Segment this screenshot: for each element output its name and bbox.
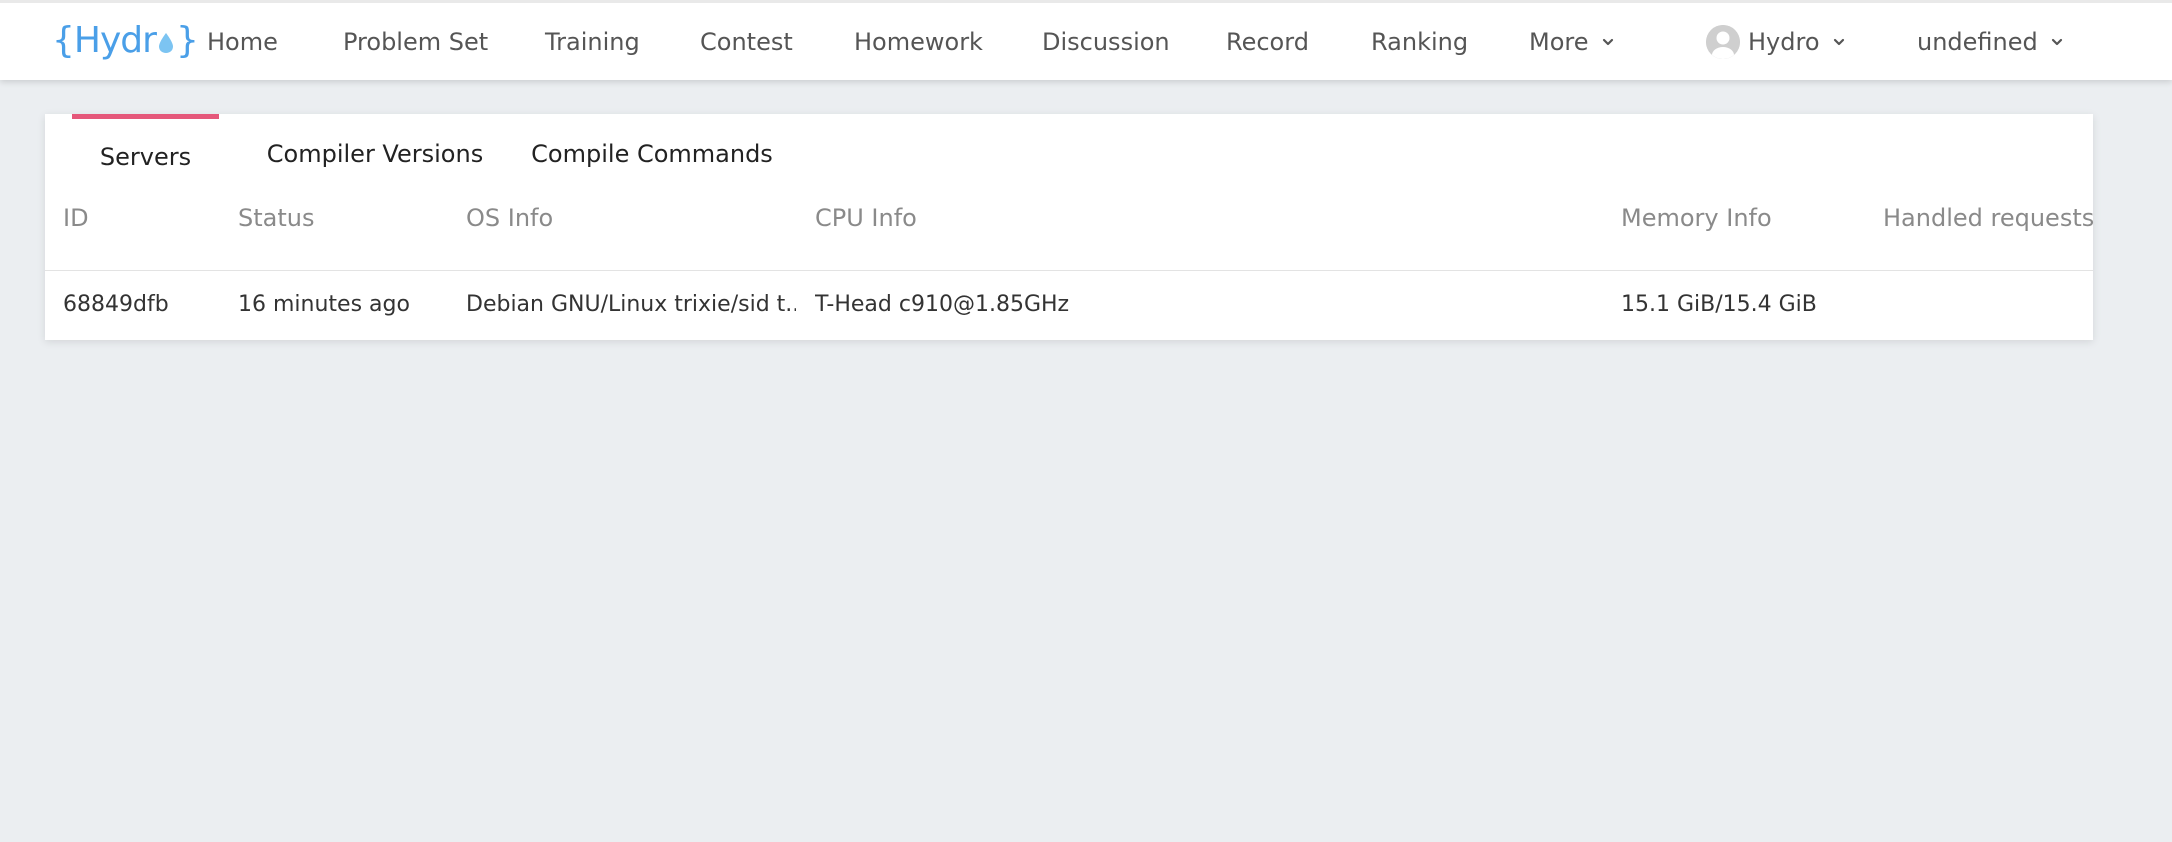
chevron-down-icon — [1602, 38, 1613, 45]
nav-item-problem-set[interactable]: Problem Set — [343, 3, 488, 80]
language-menu[interactable]: undefined — [1917, 3, 2064, 80]
column-header-os-info: OS Info — [466, 204, 554, 232]
column-header-cpu-info: CPU Info — [815, 204, 917, 232]
nav-item-label: Record — [1226, 27, 1309, 56]
tab-label: Servers — [99, 142, 192, 171]
column-header-memory-info: Memory Info — [1621, 204, 1772, 232]
nav-item-contest[interactable]: Contest — [700, 3, 793, 80]
nav-item-label: Discussion — [1042, 27, 1170, 56]
cell-status: 16 minutes ago — [238, 292, 410, 317]
logo-brace: } — [175, 19, 199, 61]
column-header-status: Status — [238, 204, 315, 232]
tab-servers[interactable]: Servers — [72, 114, 219, 194]
judge-status-card: Servers Compiler Versions Compile Comman… — [45, 114, 2095, 340]
cell-memory-info: 15.1 GiB/15.4 GiB — [1621, 292, 1817, 317]
column-header-id: ID — [63, 204, 89, 232]
tab-compile-commands[interactable]: Compile Commands — [517, 114, 787, 194]
chevron-down-icon — [1833, 38, 1844, 45]
tab-bar: Servers Compiler Versions Compile Comman… — [45, 114, 2093, 194]
language-label: undefined — [1917, 27, 2038, 56]
nav-item-label: Problem Set — [343, 27, 489, 56]
nav-item-label: Home — [207, 27, 278, 56]
tab-label: Compiler Versions — [266, 140, 484, 168]
nav-item-discussion[interactable]: Discussion — [1042, 3, 1170, 80]
nav-item-label: Training — [545, 27, 640, 56]
user-name: Hydro — [1748, 27, 1820, 56]
nav-item-label: Homework — [854, 27, 983, 56]
logo-text: {Hydr — [52, 19, 157, 61]
cell-id: 68849dfb — [63, 292, 169, 317]
water-drop-icon — [158, 33, 173, 53]
hydro-logo[interactable]: {Hydr } — [52, 17, 199, 63]
top-navbar: {Hydr } Home Problem Set Training Contes… — [0, 0, 2172, 80]
nav-item-label: Contest — [700, 27, 793, 56]
nav-item-ranking[interactable]: Ranking — [1371, 3, 1468, 80]
user-menu[interactable]: Hydro — [1706, 3, 1846, 80]
nav-item-label: More — [1529, 27, 1589, 56]
avatar-icon — [1706, 24, 1740, 59]
chevron-down-icon — [2051, 38, 2062, 45]
cell-cpu-info: T-Head c910@1.85GHz — [815, 292, 1070, 317]
column-header-handled-requests: Handled requests — [1883, 204, 2095, 232]
tab-compiler-versions[interactable]: Compiler Versions — [254, 114, 496, 194]
nav-item-more[interactable]: More — [1529, 3, 1615, 80]
tab-label: Compile Commands — [531, 140, 773, 168]
nav-item-training[interactable]: Training — [545, 3, 640, 80]
cell-os-info: Debian GNU/Linux trixie/sid t... — [466, 292, 796, 317]
nav-item-homework[interactable]: Homework — [854, 3, 983, 80]
nav-item-label: Ranking — [1371, 27, 1469, 56]
nav-item-record[interactable]: Record — [1226, 3, 1309, 80]
nav-item-home[interactable]: Home — [207, 3, 278, 80]
table-header-divider — [45, 270, 2093, 271]
